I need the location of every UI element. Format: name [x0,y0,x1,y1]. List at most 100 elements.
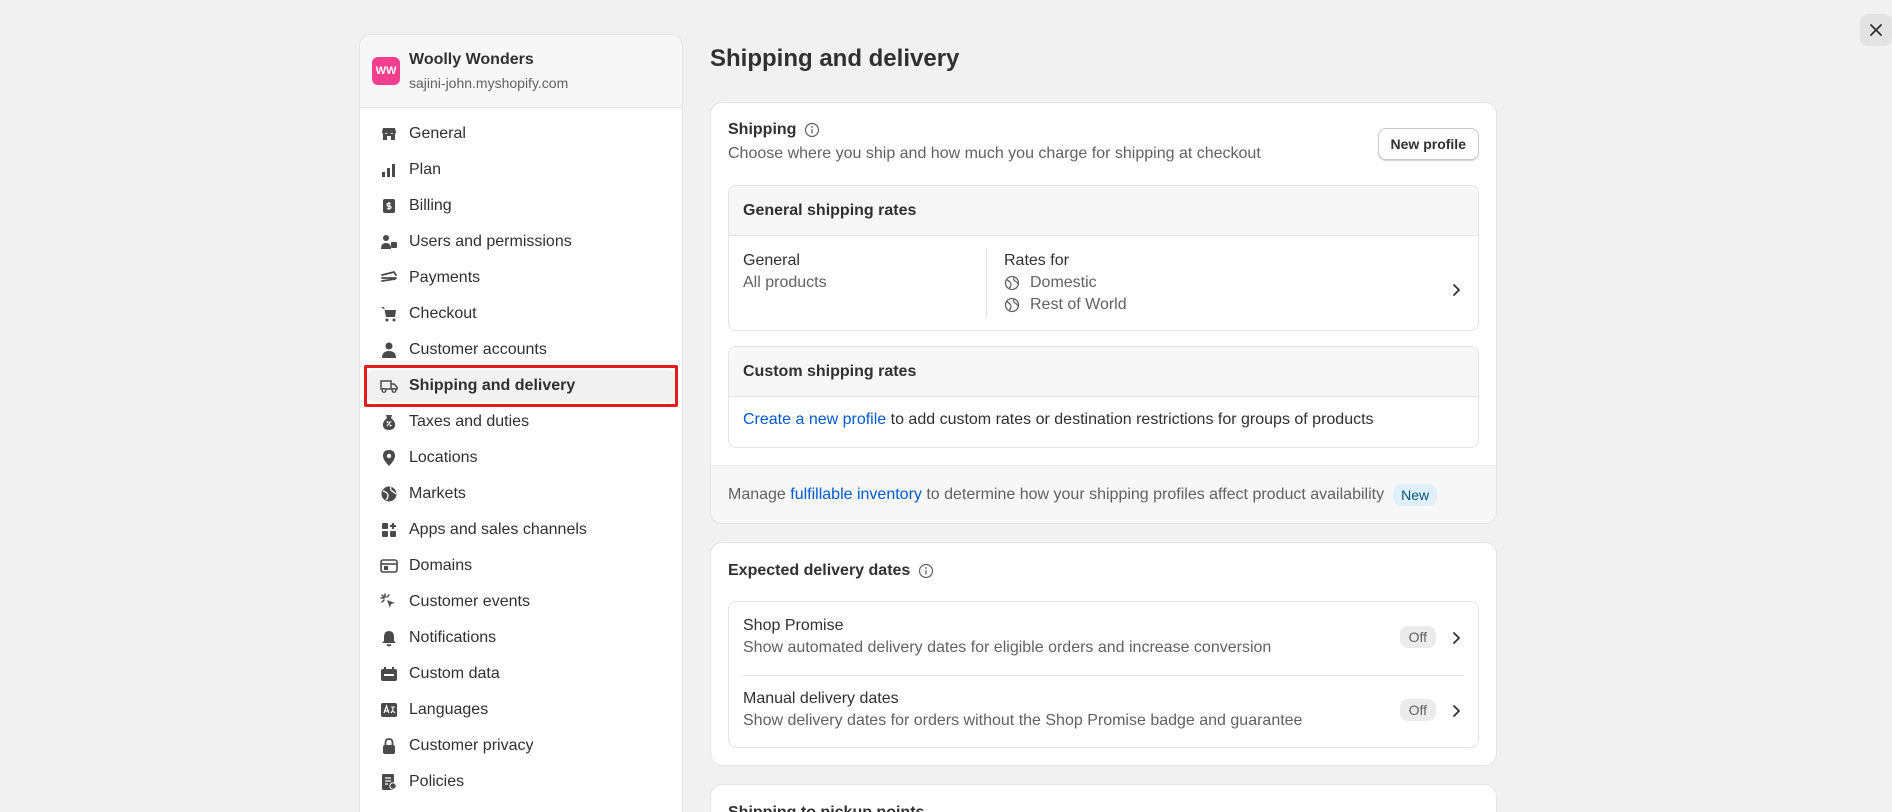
footer-suffix: to determine how your shipping profiles … [921,485,1385,503]
shipping-card: Shipping Choose where you ship and how m… [710,102,1497,524]
sidebar-item-label: Shipping and delivery [409,377,576,394]
cursor-icon [379,592,399,612]
sidebar-item-label: General [409,125,466,142]
sidebar-item-languages[interactable]: Languages [366,694,676,726]
sidebar-item-apps-and-sales-channels[interactable]: Apps and sales channels [366,514,676,546]
sidebar-item-customer-events[interactable]: Customer events [366,586,676,618]
billing-icon [379,196,399,216]
sidebar-item-plan[interactable]: Plan [366,154,676,186]
expected-delivery-card: Expected delivery dates Shop Promise Sho… [710,542,1497,766]
sidebar-item-label: Languages [409,701,489,718]
shipping-title: Shipping [728,121,797,138]
lock-icon [379,736,399,756]
sidebar-item-label: Markets [409,485,466,502]
manual-delivery-row[interactable]: Manual delivery dates Show delivery date… [729,676,1478,747]
truck-icon [379,376,399,396]
sidebar-item-label: Checkout [409,305,477,322]
sidebar-item-customer-accounts[interactable]: Customer accounts [366,334,676,366]
profile-scope: All products [743,274,827,291]
chevron-right-icon[interactable] [1448,703,1464,719]
store-icon [379,124,399,144]
sidebar-item-markets[interactable]: Markets [366,478,676,510]
sidebar-item-label: Taxes and duties [409,413,530,430]
create-profile-link[interactable]: Create a new profile [743,411,886,428]
policies-icon [379,772,399,792]
sidebar-item-locations[interactable]: Locations [366,442,676,474]
row-title: Manual delivery dates [743,690,899,707]
info-icon[interactable] [804,122,820,138]
close-button[interactable] [1860,14,1892,46]
globe-icon [1004,297,1020,313]
domains-icon [379,556,399,576]
delivery-dates-list: Shop Promise Show automated delivery dat… [728,601,1479,748]
bell-icon [379,628,399,648]
sidebar-item-label: Users and permissions [409,233,572,250]
sidebar-item-label: Apps and sales channels [409,521,587,538]
apps-icon [379,520,399,540]
language-icon [379,700,399,720]
pickup-title: Shipping to pickup points [728,804,924,812]
fulfillable-inventory-link[interactable]: fulfillable inventory [790,486,922,504]
custom-shipping-rates: Custom shipping rates Create a new profi… [728,346,1479,448]
store-logo: WW [372,57,400,85]
sidebar-item-label: Locations [409,449,478,466]
info-icon[interactable] [918,563,934,579]
chevron-right-icon[interactable] [1448,630,1464,646]
settings-sidebar: WW Woolly Wonders sajini-john.myshopify.… [359,34,683,812]
store-name: Woolly Wonders [409,50,534,68]
fulfillable-inventory-strip: Manage fulfillable inventory to determin… [711,465,1496,523]
zone-domestic: Domestic [1030,274,1097,291]
zone-rest-of-world: Rest of World [1030,296,1127,313]
shipping-description: Choose where you ship and how much you c… [728,145,1261,162]
general-rates-header: General shipping rates [729,186,1478,236]
store-header[interactable]: WW Woolly Wonders sajini-john.myshopify.… [360,35,682,108]
sidebar-item-payments[interactable]: Payments [366,262,676,294]
row-description: Show delivery dates for orders without t… [743,712,1303,729]
row-title: Shop Promise [743,617,844,634]
status-badge: Off [1399,699,1436,721]
sidebar-item-general[interactable]: General [366,118,676,150]
sidebar-item-label: Customer events [409,593,530,610]
rates-for-label: Rates for [1004,252,1069,269]
footer-prefix: Manage [728,485,791,503]
sidebar-item-custom-data[interactable]: Custom data [366,658,676,690]
tax-icon [379,412,399,432]
users-icon [379,232,399,252]
sidebar-item-label: Payments [409,269,481,286]
divider [986,248,987,318]
sidebar-item-label: Customer privacy [409,737,534,754]
sidebar-item-customer-privacy[interactable]: Customer privacy [366,730,676,762]
plan-icon [379,160,399,180]
pickup-points-card: Shipping to pickup points [710,784,1497,812]
person-icon [379,340,399,360]
sidebar-item-label: Plan [409,161,442,178]
settings-nav: General Plan Billing Users and permissions P… [360,108,682,798]
profile-name: General [743,252,800,269]
data-icon [379,664,399,684]
sidebar-item-label: Custom data [409,665,500,682]
sidebar-item-taxes-and-duties[interactable]: Taxes and duties [366,406,676,438]
sidebar-item-checkout[interactable]: Checkout [366,298,676,330]
sidebar-item-label: Notifications [409,629,497,646]
status-badge: Off [1399,626,1436,648]
sidebar-item-label: Domains [409,557,473,574]
custom-rates-text: to add custom rates or destination restr… [886,411,1374,428]
general-shipping-rates[interactable]: General shipping rates General All produ… [728,185,1479,331]
sidebar-item-users-and-permissions[interactable]: Users and permissions [366,226,676,258]
sidebar-item-policies[interactable]: Policies [366,766,676,798]
sidebar-item-notifications[interactable]: Notifications [366,622,676,654]
expected-delivery-title: Expected delivery dates [728,562,911,579]
shop-promise-row[interactable]: Shop Promise Show automated delivery dat… [729,602,1478,675]
chevron-right-icon[interactable] [1448,282,1464,298]
sidebar-item-billing[interactable]: Billing [366,190,676,222]
sidebar-item-shipping-and-delivery[interactable]: Shipping and delivery [364,365,678,407]
sidebar-item-label: Customer accounts [409,341,547,358]
payments-icon [379,268,399,288]
cart-icon [379,304,399,324]
new-profile-button[interactable]: New profile [1377,128,1479,160]
sidebar-item-domains[interactable]: Domains [366,550,676,582]
store-url: sajini-john.myshopify.com [409,74,569,91]
globe-icon [379,484,399,504]
page-title: Shipping and delivery [710,45,960,72]
location-icon [379,448,399,468]
